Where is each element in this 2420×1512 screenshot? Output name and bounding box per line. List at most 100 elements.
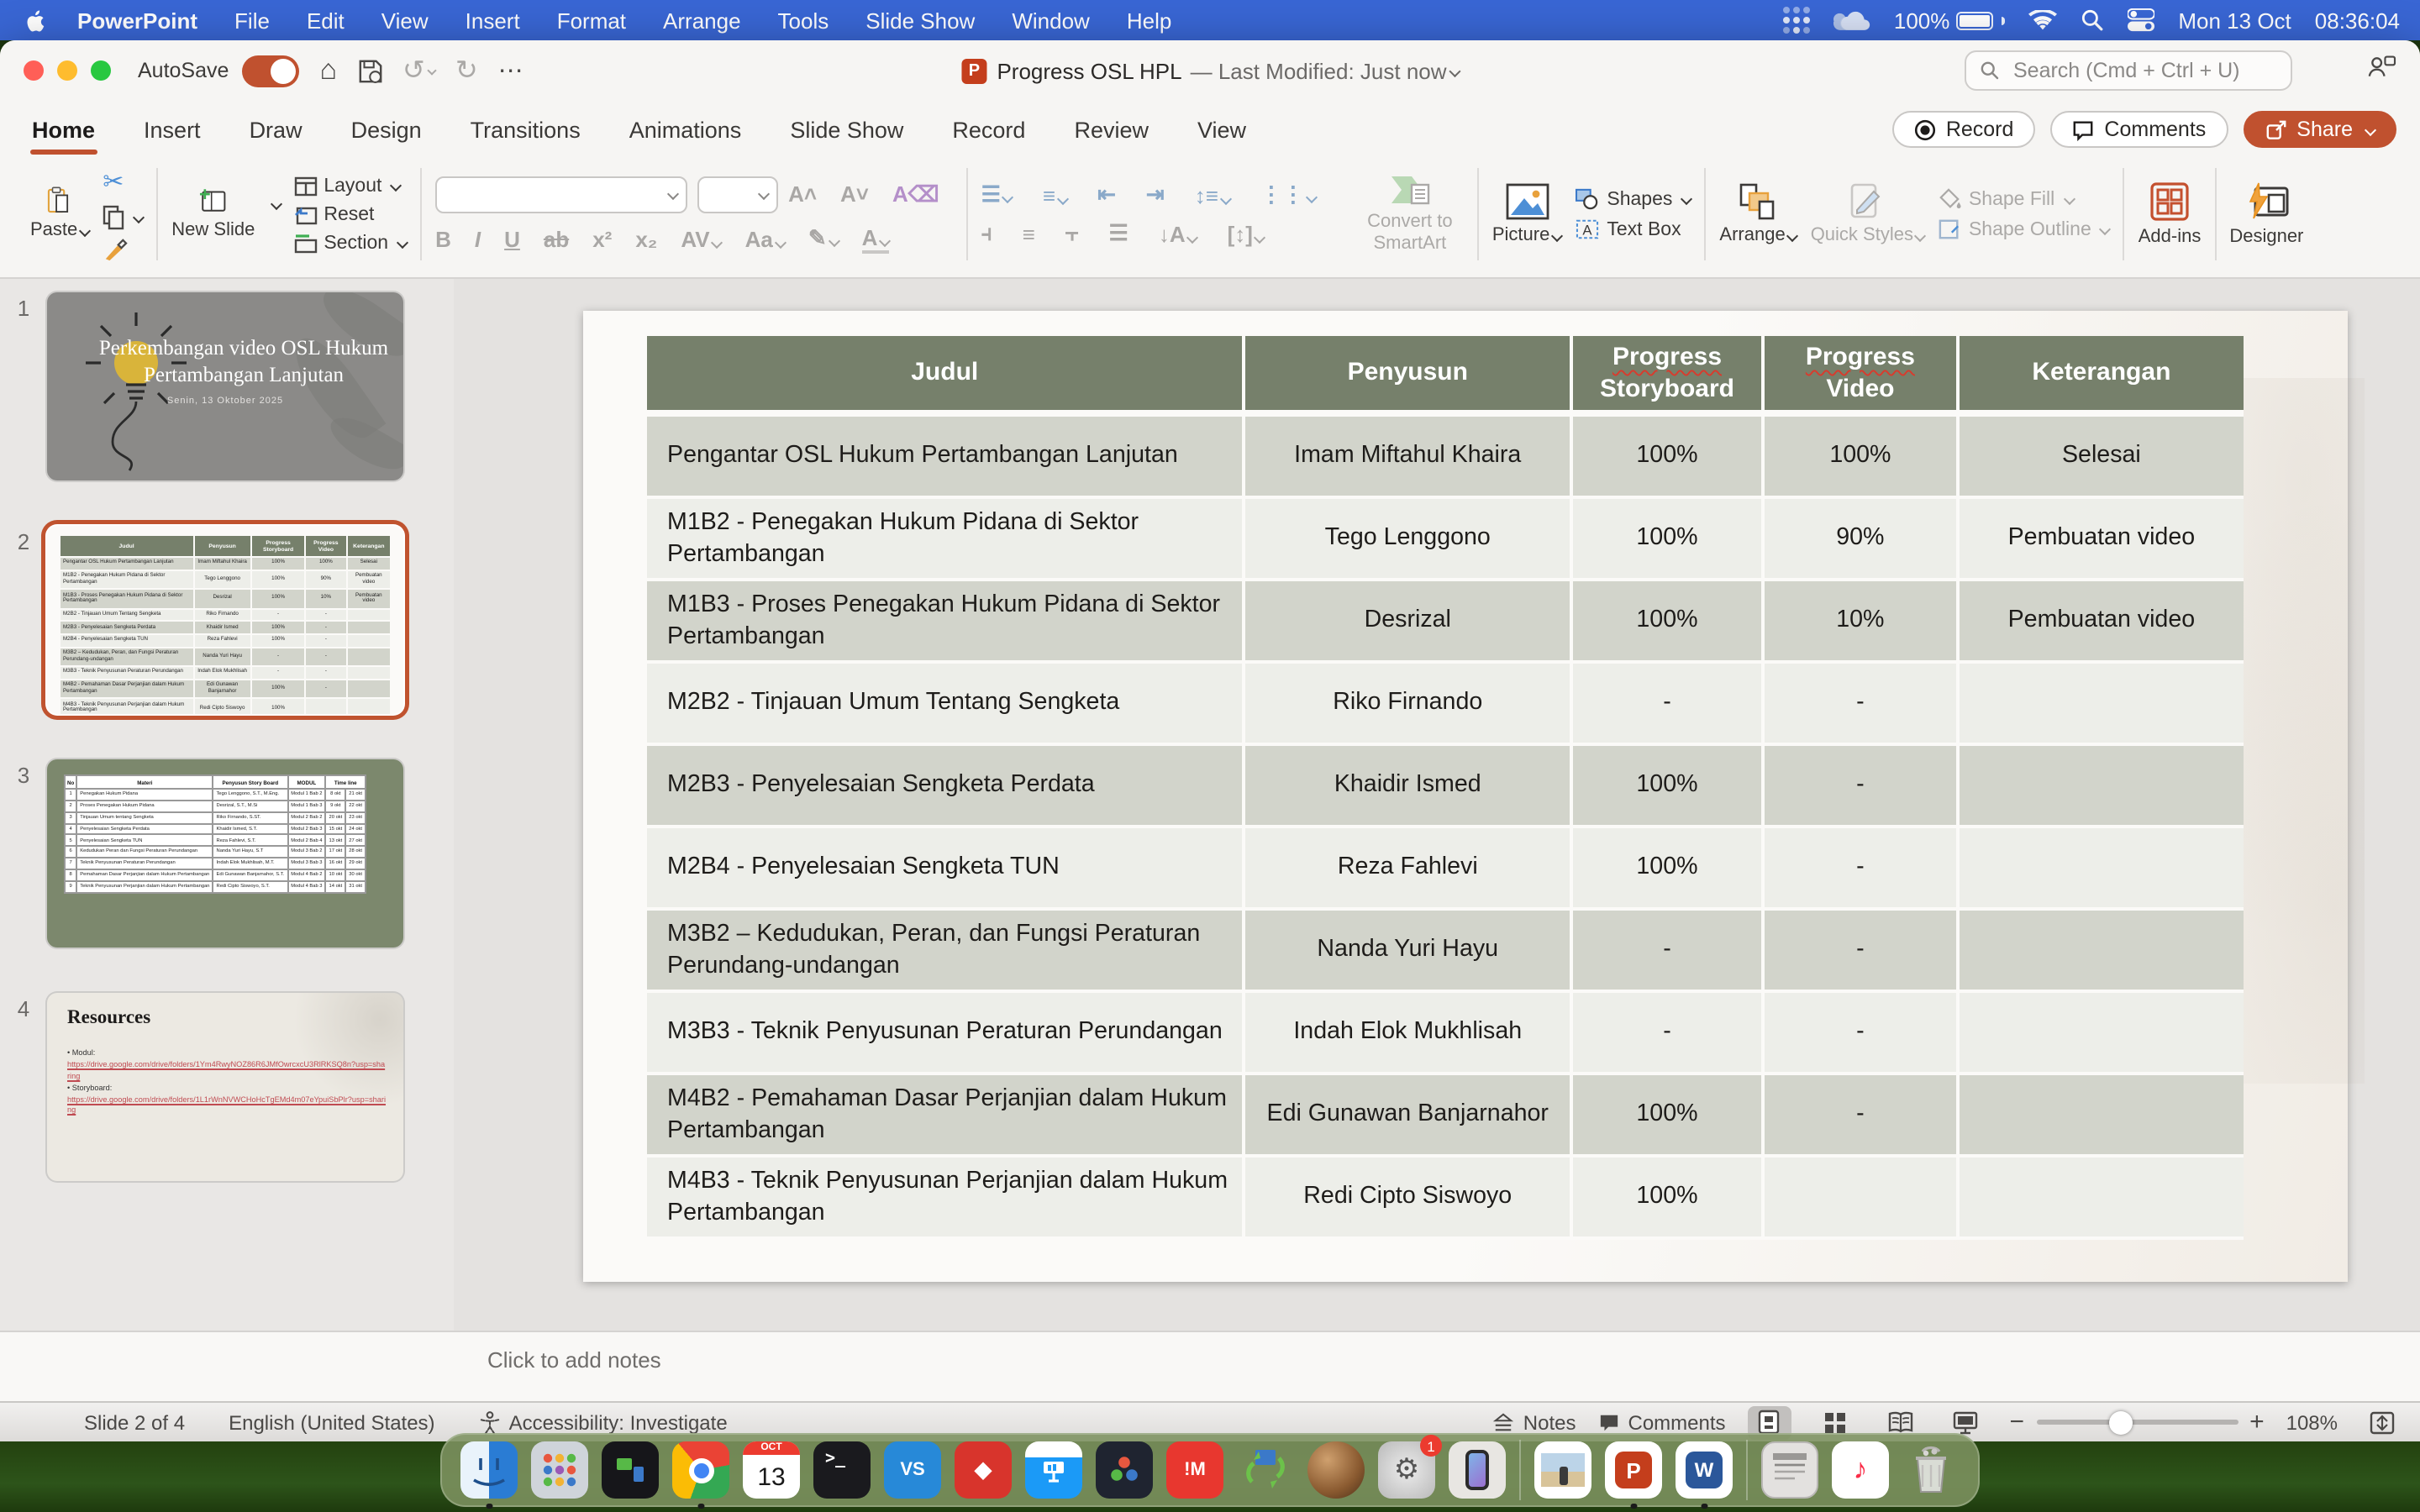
tab-review[interactable]: Review (1072, 105, 1150, 154)
superscript-button[interactable]: x² (592, 226, 612, 251)
columns-button[interactable]: ⋮⋮ (1260, 181, 1316, 208)
shrink-font-button[interactable]: A˅ (840, 181, 869, 207)
autosave-toggle[interactable] (242, 55, 299, 87)
tab-view[interactable]: View (1196, 105, 1248, 154)
wifi-icon[interactable] (2028, 9, 2057, 31)
addins-button[interactable]: Add-ins (2139, 181, 2202, 247)
menu-view[interactable]: View (381, 8, 429, 33)
justify-button[interactable]: ☰ (1109, 220, 1128, 247)
tab-record[interactable]: Record (950, 105, 1027, 154)
money-app-icon[interactable]: !M (1166, 1441, 1223, 1499)
apple-menu-icon[interactable] (24, 7, 50, 34)
paste-button[interactable]: Paste (30, 186, 89, 241)
accessibility-status[interactable]: Accessibility: Investigate (479, 1410, 728, 1434)
slide-2-thumbnail-selected[interactable]: JudulPenyusunProgress StoryboardProgress… (47, 526, 403, 714)
slide-1-thumbnail[interactable]: Perkembangan video OSL Hukum Pertambanga… (47, 292, 403, 480)
slide-4-thumbnail[interactable]: Resources • Modul: https://drive.google.… (47, 993, 403, 1181)
share-button[interactable]: Share (2243, 111, 2396, 148)
powerpoint-icon[interactable]: P (1605, 1441, 1662, 1499)
menu-help[interactable]: Help (1127, 8, 1172, 33)
chrome-icon[interactable] (672, 1441, 729, 1499)
format-painter-button[interactable] (103, 239, 143, 262)
align-center-button[interactable]: ≡ (1023, 221, 1035, 246)
zoom-in-button[interactable]: + (2249, 1408, 2265, 1436)
shapes-button[interactable]: Shapes (1575, 188, 1691, 210)
highlight-button[interactable]: ✎ (808, 225, 839, 252)
font-color-button[interactable]: A (862, 224, 890, 253)
document-title[interactable]: P Progress OSL HPL — Last Modified: Just… (961, 58, 1458, 83)
record-button[interactable]: Record (1892, 111, 2036, 148)
menu-arrange[interactable]: Arrange (663, 8, 741, 33)
bullets-button[interactable]: ☰ (981, 181, 1013, 208)
change-case-button[interactable]: Aa (745, 226, 785, 251)
undo-icon[interactable]: ↺ (402, 54, 435, 87)
menu-slide-show[interactable]: Slide Show (865, 8, 975, 33)
tab-animations[interactable]: Animations (628, 105, 744, 154)
vscode-icon[interactable]: VS (884, 1441, 941, 1499)
davinci-resolve-icon[interactable] (1096, 1441, 1153, 1499)
picture-button[interactable]: Picture (1492, 182, 1562, 245)
screen-sync-icon[interactable] (1237, 1441, 1294, 1499)
bold-button[interactable]: B (435, 226, 451, 251)
tab-home[interactable]: Home (30, 105, 97, 154)
more-commands-icon[interactable]: ⋯ (498, 55, 525, 86)
slide-editor[interactable]: JudulPenyusunProgressStoryboardProgressV… (454, 279, 2420, 1331)
tab-design[interactable]: Design (350, 105, 424, 154)
reset-button[interactable]: Reset (293, 204, 407, 224)
zoom-slider[interactable] (2036, 1420, 2238, 1425)
menu-file[interactable]: File (234, 8, 270, 33)
menu-format[interactable]: Format (557, 8, 626, 33)
font-size-select[interactable] (697, 176, 778, 213)
italic-button[interactable]: I (475, 226, 481, 251)
arrange-button[interactable]: Arrange (1719, 182, 1797, 245)
underline-button[interactable]: U (504, 226, 520, 251)
decrease-indent-button[interactable]: ⇤ (1097, 181, 1116, 208)
spotlight-search-icon[interactable] (2081, 8, 2104, 32)
slide-3-item[interactable]: 3 NoMateriPenyusun Story BoardMODULTime … (0, 759, 454, 948)
search-input[interactable] (2010, 57, 2277, 84)
menu-edit[interactable]: Edit (307, 8, 345, 33)
line-spacing-button[interactable]: ↕≡ (1195, 182, 1230, 207)
character-spacing-button[interactable]: AV (681, 226, 721, 251)
menu-clock[interactable]: 08:36:04 (2315, 8, 2400, 33)
tab-slide-show[interactable]: Slide Show (788, 105, 905, 154)
font-name-select[interactable] (435, 176, 687, 213)
grow-font-button[interactable]: A˄ (788, 181, 817, 207)
shape-outline-button[interactable]: Shape Outline (1939, 218, 2110, 240)
zoom-slider-thumb[interactable] (2109, 1410, 2133, 1434)
strikethrough-button[interactable]: ab (544, 226, 569, 251)
ms365-grid-icon[interactable] (1783, 7, 1810, 34)
minimize-window-button[interactable] (57, 60, 77, 81)
window-manager-icon[interactable] (602, 1441, 659, 1499)
slide-1-item[interactable]: 1 Perkembangan video OSL Hukum Pertamban… (0, 292, 454, 480)
word-icon[interactable]: W (1676, 1441, 1733, 1499)
keynote-icon[interactable] (1025, 1441, 1082, 1499)
battery-indicator[interactable]: 100% (1894, 8, 2006, 33)
iphone-mirroring-icon[interactable] (1449, 1441, 1506, 1499)
progress-table[interactable]: JudulPenyusunProgressStoryboardProgressV… (647, 336, 2244, 1240)
align-text-button[interactable]: [↕] (1228, 221, 1265, 246)
align-left-button[interactable]: ⫞ (981, 220, 992, 247)
notes-pane[interactable]: Click to add notes (0, 1331, 2420, 1401)
layout-button[interactable]: Layout (293, 176, 407, 196)
slide-3-thumbnail[interactable]: NoMateriPenyusun Story BoardMODULTime li… (47, 759, 403, 948)
menu-window[interactable]: Window (1012, 8, 1090, 33)
zoom-out-button[interactable]: − (2010, 1408, 2025, 1436)
designer-button[interactable]: Designer (2229, 181, 2303, 247)
notes-toggle[interactable]: Notes (1493, 1410, 1576, 1434)
save-icon[interactable] (357, 58, 382, 83)
clear-formatting-button[interactable]: A⌫ (892, 181, 939, 207)
numbering-button[interactable]: ≡ (1043, 182, 1067, 207)
slide-canvas[interactable]: JudulPenyusunProgressStoryboardProgressV… (583, 311, 2348, 1282)
menu-tools[interactable]: Tools (778, 8, 829, 33)
slide-2-item[interactable]: 2 JudulPenyusunProgress StoryboardProgre… (0, 526, 454, 714)
minimized-window-thumbnail[interactable] (1761, 1441, 1818, 1499)
close-window-button[interactable] (24, 60, 44, 81)
comments-toggle[interactable]: Comments (1598, 1410, 1726, 1434)
menu-insert[interactable]: Insert (466, 8, 520, 33)
menu-date[interactable]: Mon 13 Oct (2178, 8, 2291, 33)
zoom-window-button[interactable] (91, 60, 111, 81)
tab-transitions[interactable]: Transitions (469, 105, 582, 154)
tab-insert[interactable]: Insert (142, 105, 203, 154)
control-center-icon[interactable] (2128, 8, 2154, 32)
